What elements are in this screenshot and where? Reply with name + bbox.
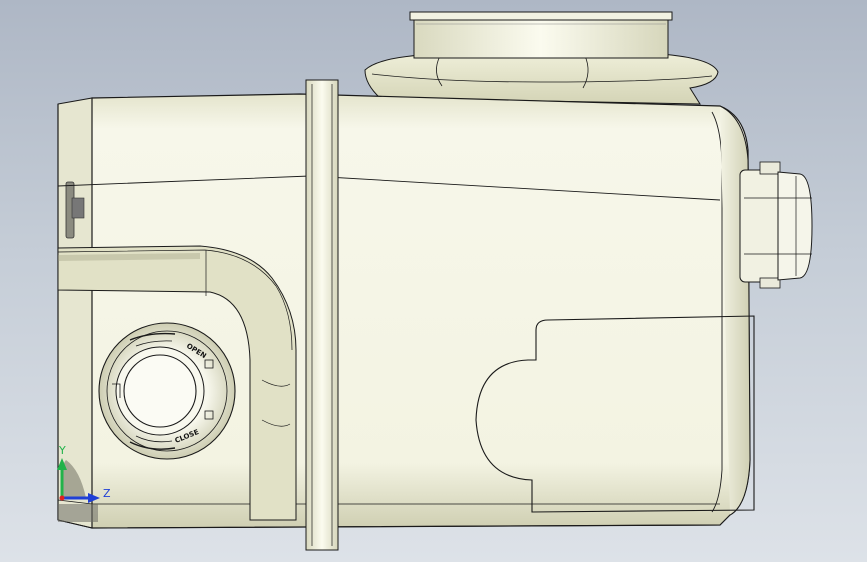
x-axis-dot: [59, 495, 65, 501]
open-close-dial[interactable]: OPEN CLOSE: [98, 322, 236, 460]
main-housing: [57, 93, 751, 529]
side-port: [739, 161, 813, 289]
y-axis-label: Y: [58, 444, 66, 457]
cad-viewport[interactable]: OPEN CLOSE Y Z: [0, 0, 867, 562]
clamp-band: [305, 79, 339, 551]
part-model: OPEN CLOSE Y Z: [57, 11, 813, 551]
top-outlet: [364, 11, 719, 105]
z-axis-label: Z: [103, 487, 111, 500]
